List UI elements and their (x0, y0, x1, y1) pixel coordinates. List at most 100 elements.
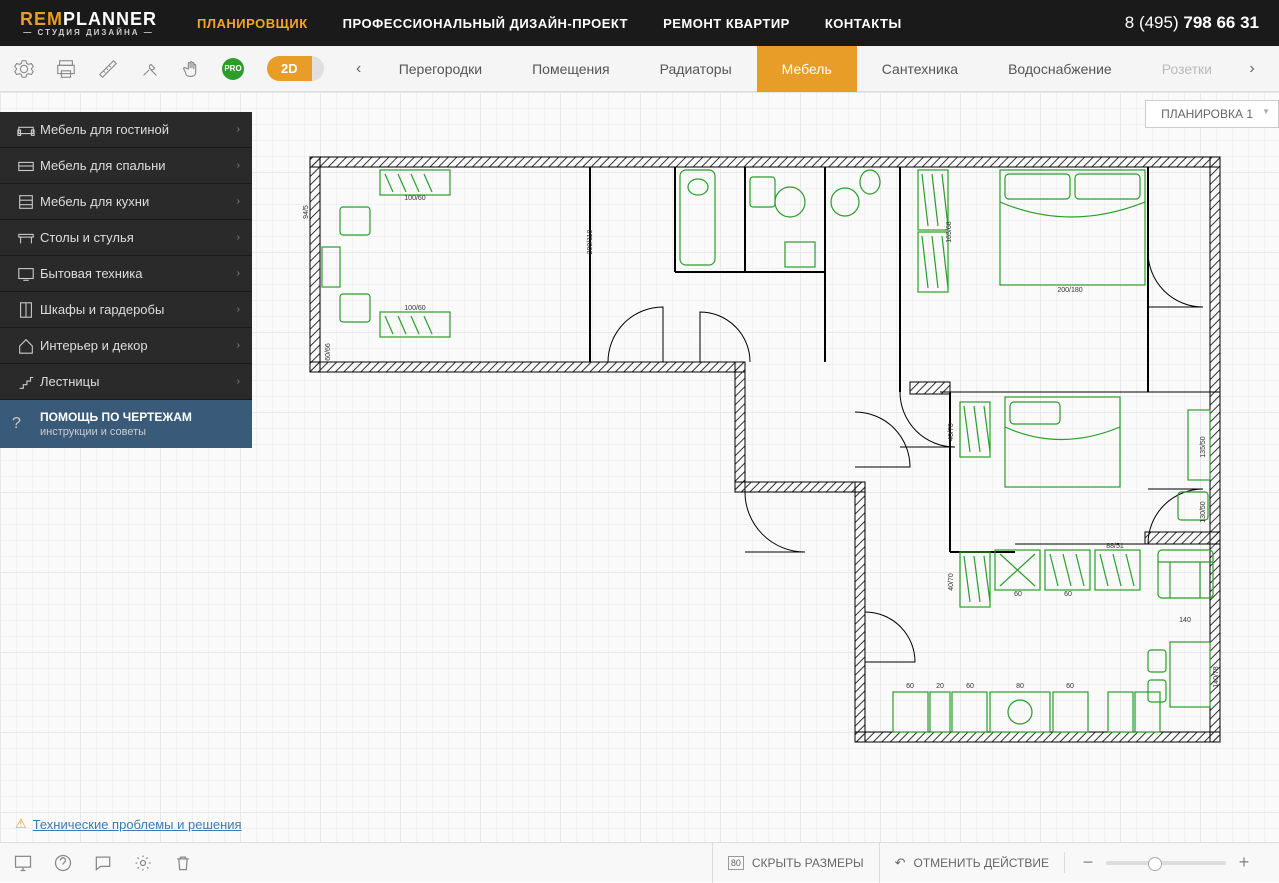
tab-rooms[interactable]: Помещения (507, 46, 635, 92)
panel-wardrobes[interactable]: Шкафы и гардеробы › (0, 292, 252, 328)
logo-subtitle: — СТУДИЯ ДИЗАЙНА — (23, 28, 153, 37)
question-icon: ? (12, 415, 40, 433)
warning-icon: ⚠ (15, 816, 27, 832)
panel-decor[interactable]: Интерьер и декор › (0, 328, 252, 364)
top-header: REMPLANNER — СТУДИЯ ДИЗАЙНА — ПЛАНИРОВЩИ… (0, 0, 1279, 46)
view-3d-button[interactable]: 3D (312, 56, 324, 81)
ruler-icon[interactable] (96, 57, 120, 81)
panel-appliances[interactable]: Бытовая техника › (0, 256, 252, 292)
chevron-right-icon: › (237, 232, 240, 243)
undo-button[interactable]: ↶ ОТМЕНИТЬ ДЕЙСТВИЕ (879, 843, 1064, 883)
zoom-out-button[interactable]: − (1080, 852, 1096, 873)
furniture-side-panel: Мебель для гостиной › Мебель для спальни… (0, 112, 252, 448)
tab-plumbing[interactable]: Сантехника (857, 46, 983, 92)
canvas-area[interactable]: Мебель для гостиной › Мебель для спальни… (0, 92, 1279, 842)
chevron-right-icon: › (237, 340, 240, 351)
logo-prefix: REM (20, 9, 63, 30)
print-icon[interactable] (54, 57, 78, 81)
table-icon (12, 229, 40, 247)
tab-nav: ‹ Перегородки Помещения Радиаторы Мебель… (344, 46, 1267, 92)
nav-planner[interactable]: ПЛАНИРОВЩИК (197, 16, 308, 31)
svg-text:100/60: 100/60 (404, 305, 426, 312)
settings-icon[interactable] (12, 57, 36, 81)
toolbar: PRO 2D 3D ‹ Перегородки Помещения Радиат… (0, 46, 1279, 92)
panel-bedroom[interactable]: Мебель для спальни › (0, 148, 252, 184)
stairs-icon (12, 373, 40, 391)
panel-living-room[interactable]: Мебель для гостиной › (0, 112, 252, 148)
undo-icon: ↶ (895, 855, 906, 871)
nav-contacts[interactable]: КОНТАКТЫ (825, 16, 902, 31)
tab-sockets[interactable]: Розетки (1137, 46, 1237, 92)
phone-number[interactable]: 8 (495) 798 66 31 (1125, 13, 1259, 33)
svg-text:200/110: 200/110 (587, 230, 594, 255)
sofa-icon (12, 121, 40, 139)
dimension-badge: 80 (728, 856, 744, 870)
tech-issues-link[interactable]: ⚠ Технические проблемы и решения (15, 816, 242, 832)
tab-water[interactable]: Водоснабжение (983, 46, 1137, 92)
panel-label: Шкафы и гардеробы (40, 302, 237, 317)
tab-furniture[interactable]: Мебель (757, 46, 857, 92)
svg-text:60: 60 (906, 683, 914, 690)
bottom-bar: 80 СКРЫТЬ РАЗМЕРЫ ↶ ОТМЕНИТЬ ДЕЙСТВИЕ − … (0, 842, 1279, 882)
svg-text:140: 140 (1179, 617, 1191, 624)
panel-label: Интерьер и декор (40, 338, 237, 353)
panel-label: Бытовая техника (40, 266, 237, 281)
floorplan[interactable]: 100/60 100/60 60/66 94/5 200/110 165/68 … (300, 152, 1230, 752)
svg-text:140/78: 140/78 (1213, 666, 1220, 688)
chevron-right-icon: › (237, 196, 240, 207)
zoom-control: − + (1064, 852, 1267, 873)
svg-text:60: 60 (1066, 683, 1074, 690)
svg-text:60: 60 (1014, 591, 1022, 598)
tab-partitions[interactable]: Перегородки (374, 46, 507, 92)
house-icon (12, 337, 40, 355)
wardrobe-icon (12, 301, 40, 319)
tab-next-icon[interactable]: › (1237, 60, 1267, 78)
panel-label: Мебель для спальни (40, 158, 237, 173)
chevron-right-icon: › (237, 268, 240, 279)
panel-help[interactable]: ? ПОМОЩЬ ПО ЧЕРТЕЖАМ инструкции и советы (0, 400, 252, 448)
plan-selector[interactable]: ПЛАНИРОВКА 1 (1145, 100, 1279, 128)
phone-prefix: 8 (495) (1125, 13, 1184, 32)
panel-stairs[interactable]: Лестницы › (0, 364, 252, 400)
tab-radiators[interactable]: Радиаторы (635, 46, 757, 92)
svg-text:20: 20 (936, 683, 944, 690)
help-title: ПОМОЩЬ ПО ЧЕРТЕЖАМ (40, 410, 240, 424)
zoom-slider[interactable] (1106, 861, 1226, 865)
view-2d-button[interactable]: 2D (267, 56, 312, 81)
help-icon[interactable] (52, 852, 74, 874)
svg-text:200/180: 200/180 (1057, 287, 1082, 294)
svg-text:100/60: 100/60 (404, 195, 426, 202)
gear-icon[interactable] (132, 852, 154, 874)
panel-label: Мебель для кухни (40, 194, 237, 209)
view-toggle: 2D 3D (267, 56, 324, 81)
svg-text:88/51: 88/51 (1106, 543, 1124, 550)
trash-icon[interactable] (172, 852, 194, 874)
tab-prev-icon[interactable]: ‹ (344, 60, 374, 78)
logo-suffix: PLANNER (63, 9, 157, 30)
nav-design[interactable]: ПРОФЕССИОНАЛЬНЫЙ ДИЗАЙН-ПРОЕКТ (343, 16, 628, 31)
logo[interactable]: REMPLANNER — СТУДИЯ ДИЗАЙНА — (20, 9, 157, 37)
panel-label: Мебель для гостиной (40, 122, 237, 137)
tool-icons: PRO (12, 57, 259, 81)
nav-renovation[interactable]: РЕМОНТ КВАРТИР (663, 16, 790, 31)
chevron-right-icon: › (237, 160, 240, 171)
tv-icon (12, 265, 40, 283)
svg-text:60/66: 60/66 (325, 343, 332, 361)
zoom-in-button[interactable]: + (1236, 852, 1252, 873)
svg-text:80: 80 (1016, 683, 1024, 690)
screen-icon[interactable] (12, 852, 34, 874)
panel-kitchen[interactable]: Мебель для кухни › (0, 184, 252, 220)
svg-text:60: 60 (1064, 591, 1072, 598)
pro-badge[interactable]: PRO (222, 58, 244, 80)
svg-text:40/70: 40/70 (948, 423, 955, 441)
chevron-right-icon: › (237, 124, 240, 135)
svg-text:135/50: 135/50 (1200, 436, 1207, 458)
chat-icon[interactable] (92, 852, 114, 874)
hide-sizes-button[interactable]: 80 СКРЫТЬ РАЗМЕРЫ (712, 843, 879, 883)
panel-tables[interactable]: Столы и стулья › (0, 220, 252, 256)
undo-label: ОТМЕНИТЬ ДЕЙСТВИЕ (914, 856, 1049, 870)
hand-icon[interactable] (180, 57, 204, 81)
tools-icon[interactable] (138, 57, 162, 81)
svg-text:60: 60 (966, 683, 974, 690)
panel-label: Лестницы (40, 374, 237, 389)
